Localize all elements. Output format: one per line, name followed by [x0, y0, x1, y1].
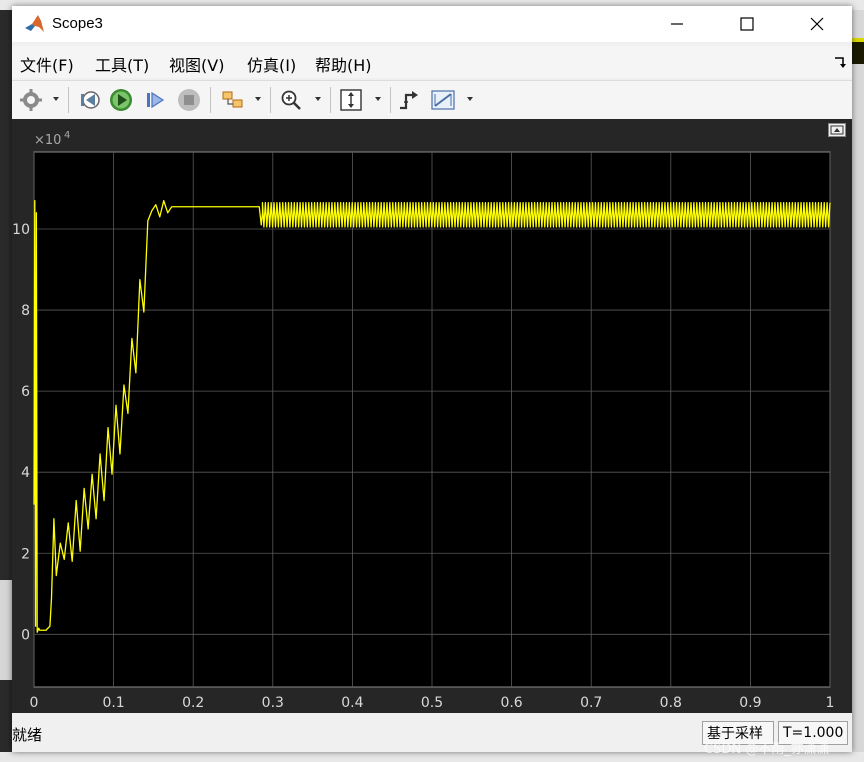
x-tick-label: 0.7	[580, 695, 602, 711]
chevron-down-icon[interactable]	[314, 95, 322, 103]
scope-window: Scope3 文件(F) 工具(T) 视图(V) 仿真(I) 帮助(H) 0 0…	[12, 6, 852, 752]
y-tick-label: 6	[21, 384, 30, 400]
menu-tools[interactable]: 工具(T)	[95, 52, 149, 76]
toolbar-separator	[330, 87, 331, 113]
x-tick-label: 0.5	[421, 695, 443, 711]
zoom-in-button[interactable]	[278, 87, 304, 113]
zoom-in-icon	[281, 90, 301, 110]
x-tick-label: 0.1	[102, 695, 124, 711]
restore-axes-icon	[830, 125, 844, 135]
trigger-button[interactable]	[396, 87, 422, 113]
y-tick-label: 8	[21, 303, 30, 319]
trigger-icon	[400, 91, 418, 110]
step-forward-icon	[147, 91, 165, 109]
close-icon	[810, 17, 824, 31]
menu-bar: 文件(F) 工具(T) 视图(V) 仿真(I) 帮助(H)	[12, 46, 852, 78]
maximize-button[interactable]	[712, 6, 782, 42]
scope-display[interactable]: 0 0.1 0.2 0.3 0.4 0.5 0.6 0.7 0.8 0.9 1 0 2 4 6 8 10 ×10 4	[12, 119, 852, 713]
menu-help[interactable]: 帮助(H)	[315, 52, 372, 76]
measure-button[interactable]	[430, 87, 456, 113]
autoscale-button[interactable]	[338, 87, 364, 113]
y-tick-label: 0	[21, 627, 30, 643]
chevron-down-icon[interactable]	[254, 95, 262, 103]
background-right-strip	[852, 10, 864, 762]
stop-button[interactable]	[176, 87, 202, 113]
window-title: Scope3	[52, 15, 103, 32]
run-button[interactable]	[108, 87, 134, 113]
matlab-logo-icon	[24, 13, 46, 35]
autoscale-icon	[340, 89, 362, 111]
y-tick-label: 2	[21, 546, 30, 562]
x-tick-label: 1	[826, 695, 835, 711]
scope-chart: 0 0.1 0.2 0.3 0.4 0.5 0.6 0.7 0.8 0.9 10246810×10 4	[12, 130, 835, 711]
settings-button[interactable]	[18, 87, 44, 113]
menu-file[interactable]: 文件(F)	[20, 52, 74, 76]
y-exponent-power: 4	[64, 130, 70, 141]
step-forward-button[interactable]	[142, 87, 168, 113]
run-icon	[110, 89, 132, 111]
highlight-block-icon	[222, 91, 243, 108]
background-left-strip	[0, 10, 12, 762]
x-tick-label: 0.6	[500, 695, 522, 711]
background-left-panel	[0, 580, 12, 680]
x-tick-label: 0.4	[341, 695, 363, 711]
y-tick-label: 10	[12, 222, 30, 238]
step-back-button[interactable]	[76, 87, 102, 113]
y-tick-label: 4	[21, 465, 30, 481]
minimize-button[interactable]	[642, 6, 712, 42]
toolbar-separator	[210, 87, 211, 113]
background-trace	[852, 38, 864, 64]
x-tick-label: 0.9	[739, 695, 761, 711]
chevron-down-icon[interactable]	[466, 95, 474, 103]
title-bar[interactable]: Scope3	[12, 6, 852, 42]
x-tick-label: 0.8	[660, 695, 682, 711]
watermark-text: CSDN @不雨_亦潇潇	[704, 742, 830, 757]
status-ready-text: 就绪	[12, 726, 43, 744]
chevron-down-icon[interactable]	[52, 95, 60, 103]
maximize-icon	[740, 17, 754, 31]
x-tick-label: 0.3	[262, 695, 284, 711]
x-tick-label: 0.2	[182, 695, 204, 711]
x-tick-label: 0	[30, 695, 39, 711]
step-back-icon	[81, 91, 100, 109]
y-exponent-label: ×10	[34, 133, 61, 148]
stop-icon	[178, 89, 200, 111]
toolbar-separator	[390, 87, 391, 113]
close-button[interactable]	[782, 6, 852, 42]
measure-icon	[431, 90, 455, 110]
menu-simulation[interactable]: 仿真(I)	[247, 52, 296, 76]
toolbar-separator	[270, 87, 271, 113]
undock-axes-button[interactable]	[828, 123, 846, 137]
undock-arrow-icon[interactable]	[834, 56, 846, 68]
toolbar	[12, 80, 852, 120]
menu-view[interactable]: 视图(V)	[169, 52, 224, 76]
gear-icon	[20, 89, 42, 111]
toolbar-separator	[68, 87, 69, 113]
minimize-icon	[671, 23, 683, 25]
chevron-down-icon[interactable]	[374, 95, 382, 103]
highlight-block-button[interactable]	[220, 87, 246, 113]
